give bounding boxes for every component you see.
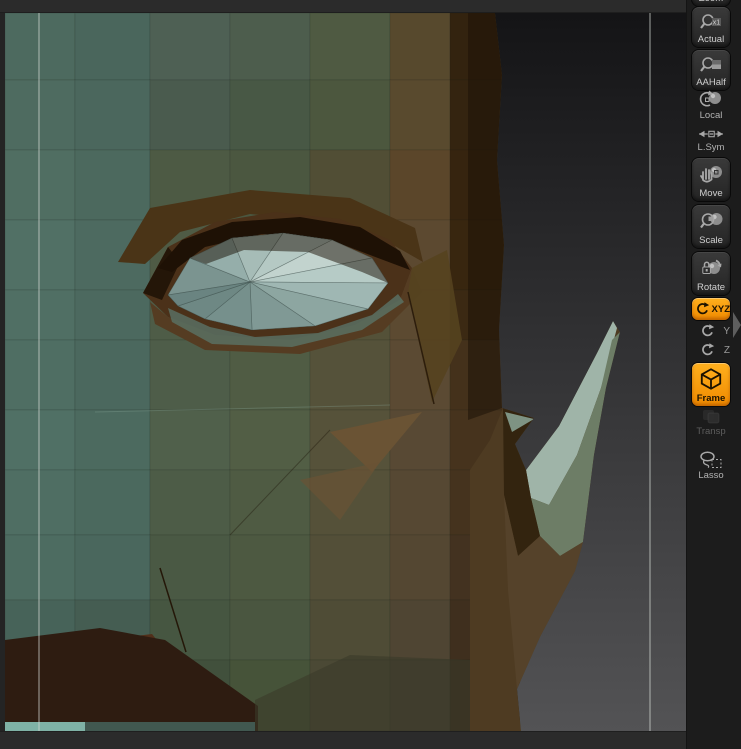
- sculpt-render: [0, 13, 686, 731]
- transparency-icon: [692, 406, 730, 426]
- hand-sphere-icon: [692, 160, 730, 188]
- lasso-icon: [692, 450, 730, 470]
- zbrush-window: Zoom x1 Actual AAHalf Local L.Sym Move Scale Rot…: [0, 0, 741, 749]
- shelf-item-label: AAHalf: [696, 77, 726, 88]
- cube-icon: [692, 365, 730, 393]
- scale-sphere-icon: [692, 207, 730, 235]
- shelf-item-label: Z: [723, 344, 730, 356]
- shelf-item-local[interactable]: Local: [692, 90, 730, 123]
- magnifier-half-icon: [692, 52, 730, 77]
- shelf-item-zoom[interactable]: Zoom: [692, 0, 730, 6]
- shelf-divider-arrow-icon[interactable]: [733, 312, 741, 338]
- shelf-item-label: Actual: [697, 34, 725, 45]
- shelf-item-label: Lasso: [698, 470, 724, 481]
- viewport-canvas[interactable]: [0, 13, 686, 731]
- shelf-item-label: XYZ: [711, 303, 730, 315]
- shelf-item-actual[interactable]: x1 Actual: [692, 7, 730, 47]
- top-bar: [0, 0, 686, 13]
- shelf-item-scale[interactable]: Scale: [692, 205, 730, 248]
- rotate-arrow-icon: [692, 323, 721, 339]
- shelf-item-xyz[interactable]: XYZ: [692, 298, 730, 320]
- shelf-item-lasso[interactable]: Lasso: [692, 450, 730, 483]
- svg-text:x1: x1: [713, 19, 721, 26]
- shelf-item-transp: Transp: [692, 410, 730, 439]
- shelf-item-label: Local: [699, 110, 723, 121]
- magnifier-x1-icon: x1: [692, 9, 730, 34]
- shelf-item-aahalf[interactable]: AAHalf: [692, 50, 730, 90]
- shelf-item-label: L.Sym: [697, 142, 725, 153]
- shelf-item-y[interactable]: Y: [692, 322, 730, 340]
- bottom-bar: [0, 731, 686, 749]
- shelf-item-frame[interactable]: Frame: [692, 363, 730, 406]
- shelf-item-label: Move: [699, 188, 723, 199]
- shelf-item-lsym[interactable]: L.Sym: [692, 128, 730, 155]
- orbit-sphere-icon: [692, 90, 730, 110]
- right-shelf: Zoom x1 Actual AAHalf Local L.Sym Move Scale Rot…: [686, 0, 741, 749]
- rotate-arrow-icon: [692, 301, 711, 317]
- rotate-lock-icon: [692, 254, 730, 282]
- shelf-item-label: Transp: [696, 426, 726, 437]
- shelf-item-label: Rotate: [697, 282, 725, 293]
- rotate-arrow-icon: [692, 342, 722, 358]
- shelf-item-label: Zoom: [699, 0, 723, 4]
- shelf-item-label: Y: [723, 325, 730, 337]
- shelf-item-move[interactable]: Move: [692, 158, 730, 201]
- shelf-item-z[interactable]: Z: [692, 341, 730, 359]
- shelf-item-label: Frame: [696, 393, 726, 404]
- shelf-item-rotate[interactable]: Rotate: [692, 252, 730, 295]
- shelf-item-label: Scale: [699, 235, 723, 246]
- symmetry-axes-icon: [692, 126, 730, 142]
